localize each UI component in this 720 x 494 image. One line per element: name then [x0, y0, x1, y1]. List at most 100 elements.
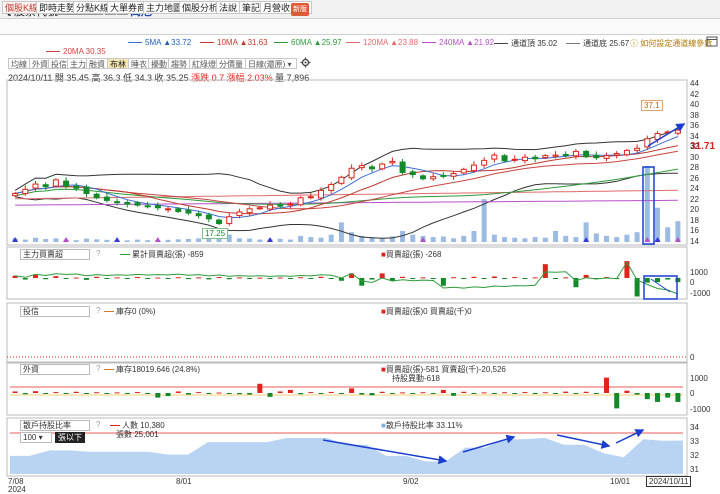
main-force-bar [206, 278, 212, 280]
panel4-threshold-select[interactable]: 100 ▾ [20, 432, 52, 443]
volume-bar [134, 239, 140, 242]
panel2-inv-swatch [104, 311, 114, 313]
main-force-bar [410, 278, 416, 279]
price-tick: 28 [690, 163, 699, 173]
panel1-tick: 0 [690, 278, 695, 287]
main-force-bar [94, 276, 100, 278]
volume-bar [573, 237, 579, 242]
candle-body [256, 207, 263, 210]
price-tick: 40 [690, 100, 699, 110]
main-force-bar [308, 278, 314, 279]
panel4-tick: 34 [690, 423, 699, 433]
candle-body [124, 202, 131, 205]
panel1-cum-swatch [120, 254, 130, 256]
volume-bar [73, 240, 79, 242]
panel1-net-text: 買賣超(張) -268 [385, 250, 442, 259]
candle-body [634, 147, 641, 151]
main-force-bar [502, 278, 508, 279]
low-price-callout: 17.25 [202, 228, 229, 239]
main-force-bar [155, 277, 161, 279]
foreign-bar [481, 392, 487, 394]
main-force-bar [236, 277, 242, 279]
candle-body [430, 176, 437, 180]
foreign-bar [216, 392, 222, 394]
foreign-bar [94, 392, 100, 394]
main-force-bar [553, 278, 559, 279]
x-label-2: 9/02 [403, 477, 419, 486]
volume-bar [236, 238, 242, 242]
volume-bar [430, 237, 436, 242]
panel4-select[interactable]: 散戶持股比率 [20, 420, 90, 431]
panel3-inv-swatch [104, 369, 114, 371]
foreign-bar [624, 390, 630, 393]
main-force-bar [83, 278, 89, 280]
main-force-bar [165, 278, 171, 279]
price-tick: 32 [690, 142, 699, 152]
panel1-cum-legend: 累計買賣超(張) -859 [120, 249, 204, 260]
foreign-bar [277, 391, 283, 393]
volume-bar [634, 232, 640, 242]
foreign-bar [236, 393, 242, 395]
main-force-cum-line [15, 261, 679, 295]
foreign-bar [665, 393, 671, 398]
candle-body [226, 216, 233, 225]
candle-body [358, 165, 365, 169]
candle-body [552, 154, 559, 157]
trend-arrow-main [650, 278, 671, 293]
foreign-bar [114, 392, 120, 394]
volume-bar [644, 166, 650, 242]
main-force-bar [665, 278, 671, 280]
x-label-1: 8/01 [176, 477, 192, 486]
candle-body [674, 129, 681, 134]
foreign-bar [440, 389, 446, 393]
main-force-bar [124, 278, 130, 279]
candle-body [154, 205, 161, 209]
main-force-panel-frame [6, 246, 688, 300]
foreign-bar [675, 393, 681, 402]
main-force-bar [451, 277, 457, 279]
foreign-bar [451, 393, 457, 396]
foreign-bar [655, 393, 661, 402]
foreign-bar [644, 393, 650, 400]
volume-bar [604, 235, 610, 242]
main-force-bar [655, 278, 661, 283]
candle-body [450, 173, 457, 177]
panel4-help-icon[interactable]: ? [96, 420, 100, 429]
main-force-bar [542, 264, 548, 278]
panel1-select[interactable]: 主力買賣超 [20, 249, 90, 260]
panel2-select[interactable]: 投信 [20, 306, 90, 317]
foreign-bar [22, 393, 28, 395]
candle-body [236, 211, 243, 216]
main-force-bar [277, 277, 283, 279]
volume-bar [512, 237, 518, 242]
panel3-help-icon[interactable]: ? [96, 364, 100, 373]
volume-bar [43, 238, 49, 242]
candle-body [338, 176, 345, 184]
main-force-bar [175, 277, 181, 279]
main-force-bar [43, 278, 49, 280]
panel2-tick: 0 [690, 353, 695, 362]
main-force-bar [420, 277, 426, 279]
panel3-select-value: 外資 [23, 365, 39, 374]
panel3-select[interactable]: 外資 [20, 364, 90, 375]
volume-bar [298, 235, 304, 242]
main-force-bar [134, 277, 140, 279]
panel2-net-text: 買賣超(張)0 買賣超(千)0 [385, 307, 472, 316]
trend-arrow-price [647, 123, 686, 147]
panel2-help-icon[interactable]: ? [96, 306, 100, 315]
foreign-bar [298, 393, 304, 395]
volume-bar [553, 230, 559, 242]
signal-marker [63, 237, 70, 242]
volume-bar [563, 235, 569, 242]
foreign-bar [287, 389, 293, 393]
candle-body [216, 219, 223, 225]
volume-bar [175, 239, 181, 242]
volume-bar [491, 234, 497, 242]
main-force-bar [63, 278, 69, 279]
price-tick: 16 [690, 226, 699, 236]
foreign-bar [32, 391, 38, 393]
volume-bar [308, 237, 314, 242]
panel2-inv-text: 庫存0 (0%) [116, 307, 156, 316]
volume-bar [287, 239, 293, 242]
panel1-help-icon[interactable]: ? [96, 249, 100, 258]
